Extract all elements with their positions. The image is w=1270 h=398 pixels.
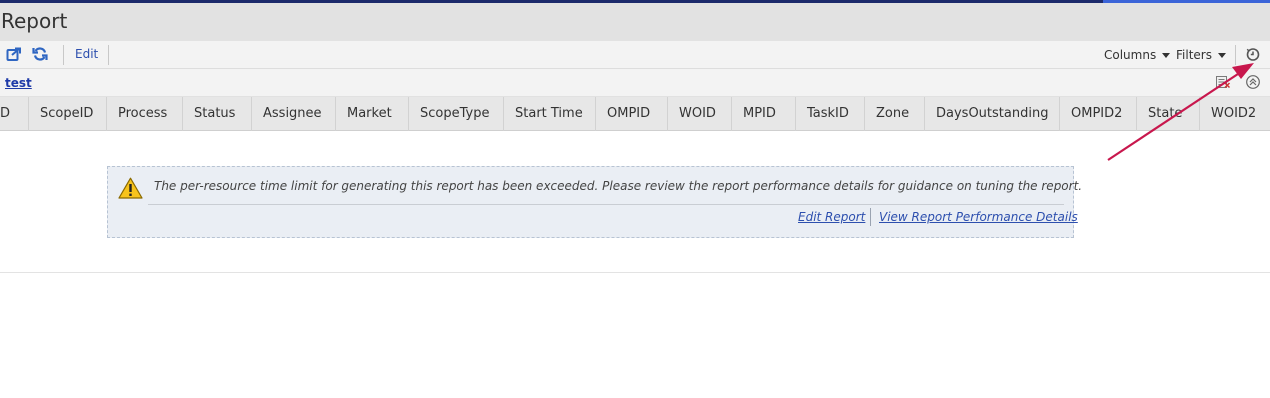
filters-label: Filters (1176, 48, 1212, 62)
page-title: Report (1, 9, 68, 33)
columns-label: Columns (1104, 48, 1157, 62)
column-header[interactable]: OMPID2 (1060, 97, 1137, 131)
report-toolbar: Edit Columns Filters (0, 41, 1270, 69)
group-link-test[interactable]: test (5, 76, 32, 90)
column-header[interactable]: TaskID (796, 97, 865, 131)
column-header[interactable]: Start Time (504, 97, 596, 131)
export-icon[interactable] (6, 46, 22, 62)
column-header[interactable]: MPID (732, 97, 796, 131)
column-header[interactable]: WOID (668, 97, 732, 131)
warning-message: The per-resource time limit for generati… (154, 179, 1083, 193)
group-header-bar: test (0, 69, 1270, 97)
columns-menu[interactable]: Columns (1104, 48, 1171, 62)
column-header[interactable]: State (1137, 97, 1200, 131)
column-header[interactable]: D (0, 97, 29, 131)
column-header[interactable]: Status (183, 97, 252, 131)
link-separator (870, 208, 871, 226)
title-bar: Report (0, 3, 1270, 41)
filters-menu[interactable]: Filters (1176, 48, 1226, 62)
content-divider (0, 272, 1270, 273)
warning-icon (118, 177, 143, 199)
performance-warning-notice: The per-resource time limit for generati… (107, 166, 1082, 238)
chevron-down-icon (1162, 53, 1171, 58)
edit-button[interactable]: Edit (75, 47, 98, 61)
toolbar-separator (63, 45, 64, 65)
column-header[interactable]: ScopeID (29, 97, 107, 131)
table-header-row: D ScopeID Process Status Assignee Market… (0, 97, 1270, 131)
report-page: Report Edit Columns Filters test D Scope… (0, 0, 1270, 398)
chevron-down-icon (1217, 53, 1226, 58)
refresh-icon[interactable] (32, 46, 48, 62)
column-header[interactable]: Process (107, 97, 183, 131)
view-performance-details-link[interactable]: View Report Performance Details (879, 210, 1078, 224)
column-header[interactable]: DaysOutstanding (925, 97, 1060, 131)
clock-history-icon[interactable] (1245, 46, 1261, 62)
column-header[interactable]: Assignee (252, 97, 336, 131)
notice-divider (148, 204, 1064, 205)
toolbar-separator (108, 45, 109, 65)
collapse-up-icon[interactable] (1245, 74, 1261, 90)
toolbar-separator (1235, 45, 1236, 65)
edit-report-link[interactable]: Edit Report (798, 210, 865, 224)
export-to-excel-icon[interactable] (1215, 74, 1231, 90)
column-header[interactable]: OMPID (596, 97, 668, 131)
column-header[interactable]: ScopeType (409, 97, 504, 131)
column-header[interactable]: Market (336, 97, 409, 131)
column-header[interactable]: Zone (865, 97, 925, 131)
column-header[interactable]: WOID2 (1200, 97, 1270, 131)
